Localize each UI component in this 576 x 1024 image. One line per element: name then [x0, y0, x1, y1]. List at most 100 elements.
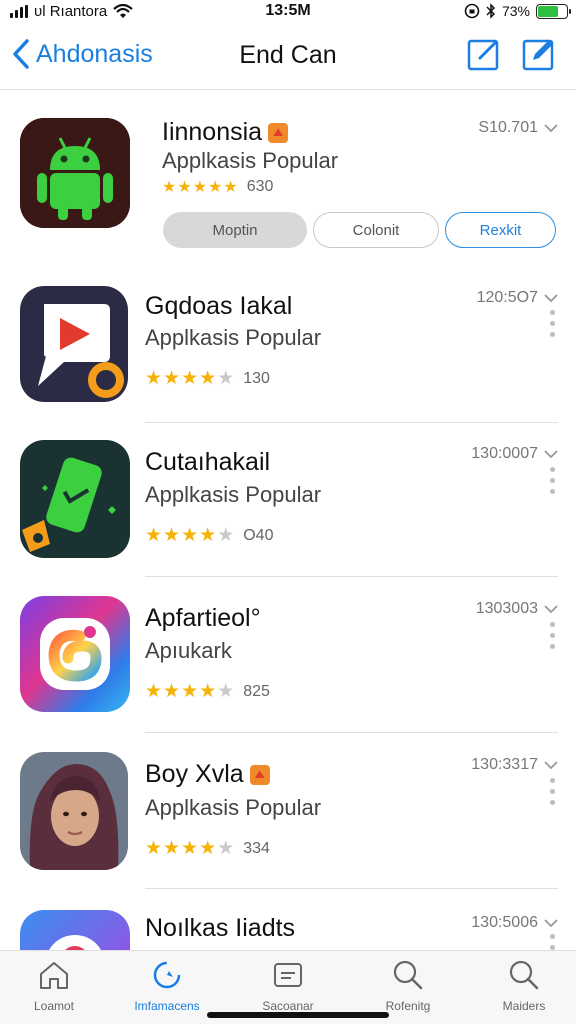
android-robot-icon	[20, 118, 130, 228]
star-icon: ★	[223, 179, 239, 196]
star-icon: ★	[145, 681, 164, 702]
star-icon: ★	[181, 525, 200, 546]
app-meta[interactable]: 130:5006	[471, 914, 558, 932]
search-icon	[393, 960, 423, 990]
app-icon	[20, 286, 128, 402]
star-icon: ★	[192, 179, 209, 196]
award-badge-icon	[268, 123, 289, 144]
star-icon: ★	[181, 838, 200, 859]
rating: ★★★★★ 130	[145, 367, 270, 390]
star-icon: ★	[199, 368, 218, 389]
divider	[145, 576, 558, 577]
star-icon: ★	[181, 681, 200, 702]
tab-home[interactable]: Loamot	[4, 957, 104, 1013]
app-icon	[20, 910, 130, 950]
app-name: Noılkas Iiadts	[145, 914, 296, 942]
star-icon: ★	[163, 838, 182, 859]
app-name: Cutaıhakail	[145, 448, 271, 476]
star-icon: ★	[163, 525, 182, 546]
app-meta[interactable]: 130:0007	[471, 445, 558, 463]
rating-count: 825	[243, 682, 270, 700]
more-menu-icon[interactable]	[550, 778, 556, 805]
app-name: Apfartieol°	[145, 604, 261, 632]
star-icon: ★	[217, 525, 236, 546]
app-size: 130:5006	[471, 914, 538, 931]
status-bar: ᴜl Rıantora 13:5M 73%	[0, 0, 576, 24]
more-menu-icon[interactable]	[550, 467, 556, 494]
star-icon: ★	[217, 681, 236, 702]
compose-button[interactable]	[466, 36, 502, 72]
tab-search-2[interactable]: Maiders	[474, 957, 574, 1013]
star-icon: ★	[217, 838, 236, 859]
navigation-bar: Ahdonasis End Can	[0, 28, 576, 90]
battery-percent: 73%	[501, 3, 530, 19]
tab-search[interactable]: Rofenitg	[358, 957, 458, 1013]
tab-label: Maiders	[502, 999, 546, 1013]
card-icon	[274, 963, 302, 987]
star-icon: ★	[208, 179, 224, 196]
edit-button[interactable]	[521, 36, 557, 72]
tab-discover[interactable]: Imfamacens	[117, 957, 217, 1013]
tab-label: Imfamacens	[134, 999, 200, 1013]
gradient-app-icon	[20, 910, 130, 950]
home-indicator	[207, 1012, 389, 1018]
rating-count: O40	[243, 526, 274, 544]
star-rating: ★★★★★	[145, 680, 235, 703]
tab-label: Rofenitg	[385, 999, 431, 1013]
chevron-down-icon	[544, 450, 558, 459]
app-icon	[20, 752, 128, 870]
app-size: 130:3317	[471, 756, 538, 773]
rating: ★★★★★ 334	[145, 837, 270, 860]
app-subtitle: Applkasis Popular	[145, 795, 322, 820]
app-meta[interactable]: 130:3317	[471, 756, 558, 774]
gradient-app-icon	[20, 596, 130, 712]
list-item[interactable]: Noılkas Iiadts 130:5006	[0, 890, 576, 950]
edit-icon	[522, 39, 554, 71]
app-size: 130:0007	[471, 445, 538, 462]
app-subtitle: Applkasis Popular	[145, 325, 322, 350]
play-icon	[20, 286, 128, 402]
bluetooth-icon	[486, 3, 496, 19]
orientation-lock-icon	[464, 3, 480, 19]
chevron-down-icon	[544, 919, 558, 928]
list-item[interactable]: Gqdoas Iakal Applkasis Popular ★★★★★ 130…	[0, 272, 576, 424]
list-item[interactable]: Boy Xvla Applkasis Popular ★★★★★ 334 130…	[0, 734, 576, 890]
more-menu-icon[interactable]	[550, 310, 556, 337]
tab-cards[interactable]: Sacoanar	[238, 957, 338, 1013]
star-rating: ★★★★★	[145, 837, 235, 860]
home-icon	[40, 962, 68, 989]
rating: ★★★★★ O40	[145, 524, 273, 547]
discover-icon	[153, 961, 181, 989]
chevron-down-icon	[544, 294, 558, 303]
star-icon: ★	[199, 838, 218, 859]
list-item[interactable]: Iinnonsia Applkasis Popular ★★★★★ 630 S1…	[0, 92, 576, 272]
divider	[145, 422, 558, 423]
app-name: Boy Xvla	[145, 760, 270, 789]
star-icon: ★	[217, 368, 236, 389]
list-item[interactable]: Apfartieol° Apıukark ★★★★★ 825 1303003	[0, 578, 576, 734]
star-icon: ★	[145, 838, 164, 859]
list-item[interactable]: Cutaıhakail Applkasis Popular ★★★★★ O40 …	[0, 424, 576, 578]
app-meta[interactable]: 1303003	[476, 600, 558, 618]
star-icon: ★	[163, 368, 182, 389]
battery-icon	[536, 3, 571, 19]
app-meta[interactable]: 120:5O7	[477, 289, 558, 307]
more-menu-icon[interactable]	[550, 622, 556, 649]
star-icon: ★	[181, 368, 200, 389]
phone-game-icon	[20, 440, 130, 558]
app-size: 1303003	[475, 600, 538, 617]
divider	[145, 888, 558, 889]
outline-button[interactable]: Colonit	[313, 212, 439, 248]
tab-label: Loamot	[33, 999, 75, 1013]
chevron-down-icon	[544, 761, 558, 770]
rating-count: 130	[243, 369, 270, 387]
app-icon	[20, 118, 130, 228]
avatar-photo-icon	[20, 752, 128, 870]
more-menu-icon[interactable]	[550, 934, 556, 950]
tab-label: Sacoanar	[262, 999, 314, 1013]
app-size: 120:5O7	[476, 289, 538, 306]
app-meta[interactable]: S10.701	[478, 119, 558, 137]
secondary-button[interactable]: Moptin	[163, 212, 307, 248]
primary-button[interactable]: Rexkit	[445, 212, 556, 248]
award-badge-icon	[249, 765, 270, 786]
